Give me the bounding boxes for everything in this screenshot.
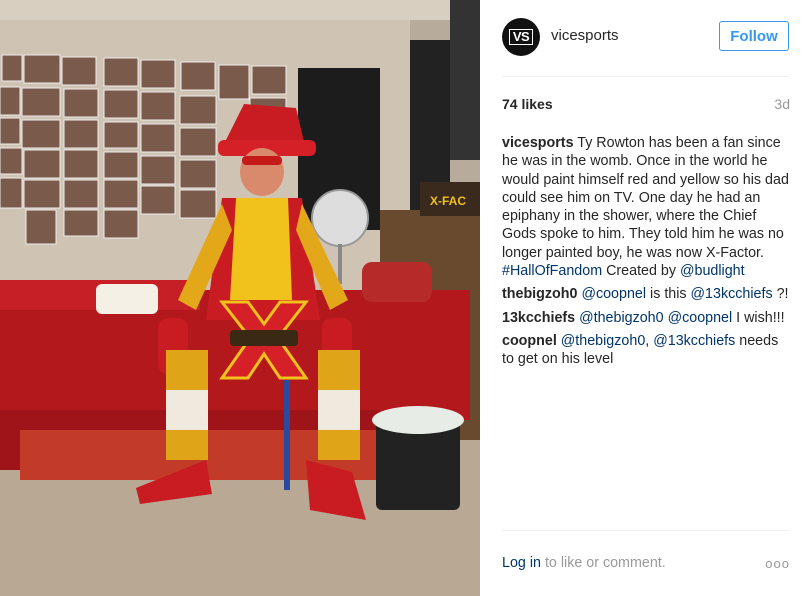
- post-time[interactable]: 3d: [774, 96, 790, 112]
- comment-username[interactable]: thebigzoh0: [502, 286, 577, 302]
- mention-link[interactable]: @coopnel: [581, 286, 646, 302]
- comment: coopnel @thebigzoh0, @13kcchiefs needs t…: [502, 332, 792, 369]
- post-details-panel: VS vicesports Follow 74 likes 3d vicespo…: [480, 0, 810, 596]
- login-prompt: Log in to like or comment.: [502, 555, 666, 571]
- comment-username[interactable]: coopnel: [502, 333, 557, 349]
- instagram-post: X-FAC VS vicesports Follow 74 likes 3d v…: [0, 0, 810, 596]
- footer-divider: [502, 530, 789, 531]
- caption-username[interactable]: vicesports: [502, 135, 574, 151]
- mention-link[interactable]: @coopnel: [668, 310, 733, 326]
- comment-text: ?!: [772, 286, 789, 303]
- mention-link[interactable]: @thebigzoh0: [561, 333, 645, 349]
- likes-count[interactable]: 74 likes: [502, 96, 553, 112]
- avatar[interactable]: VS: [502, 18, 540, 56]
- comment-username[interactable]: 13kcchiefs: [502, 310, 575, 326]
- photo-sign-text: X-FAC: [430, 194, 466, 208]
- photo-illustration: X-FAC: [0, 0, 480, 596]
- post-header: VS vicesports Follow: [480, 0, 810, 76]
- caption-text: Ty Rowton has been a fan since he was in…: [502, 135, 789, 261]
- mention-link[interactable]: @budlight: [680, 263, 745, 279]
- mention-link[interactable]: @thebigzoh0: [579, 310, 663, 326]
- login-link[interactable]: Log in: [502, 555, 541, 571]
- avatar-logo-text: VS: [508, 29, 534, 45]
- mention-link[interactable]: @13kcchiefs: [691, 286, 773, 302]
- username-link[interactable]: vicesports: [551, 27, 619, 44]
- comments-list: vicesports Ty Rowton has been a fan sinc…: [502, 134, 792, 374]
- comment-text: is this: [646, 286, 691, 303]
- caption: vicesports Ty Rowton has been a fan sinc…: [502, 134, 792, 280]
- comment-rows: thebigzoh0 @coopnel is this @13kcchiefs …: [502, 285, 792, 368]
- login-prompt-text: to like or comment.: [540, 555, 666, 571]
- comment-text: I wish!!!: [732, 309, 785, 326]
- comment: thebigzoh0 @coopnel is this @13kcchiefs …: [502, 285, 792, 303]
- comment: 13kcchiefs @thebigzoh0 @coopnel I wish!!…: [502, 309, 792, 327]
- follow-button[interactable]: Follow: [719, 21, 789, 51]
- header-divider: [502, 76, 789, 77]
- hashtag-link[interactable]: #HallOfFandom: [502, 263, 602, 279]
- more-options-icon[interactable]: ooo: [765, 556, 790, 571]
- caption-text-2: Created by: [602, 263, 681, 280]
- post-photo[interactable]: X-FAC: [0, 0, 480, 596]
- mention-link[interactable]: @13kcchiefs: [653, 333, 735, 349]
